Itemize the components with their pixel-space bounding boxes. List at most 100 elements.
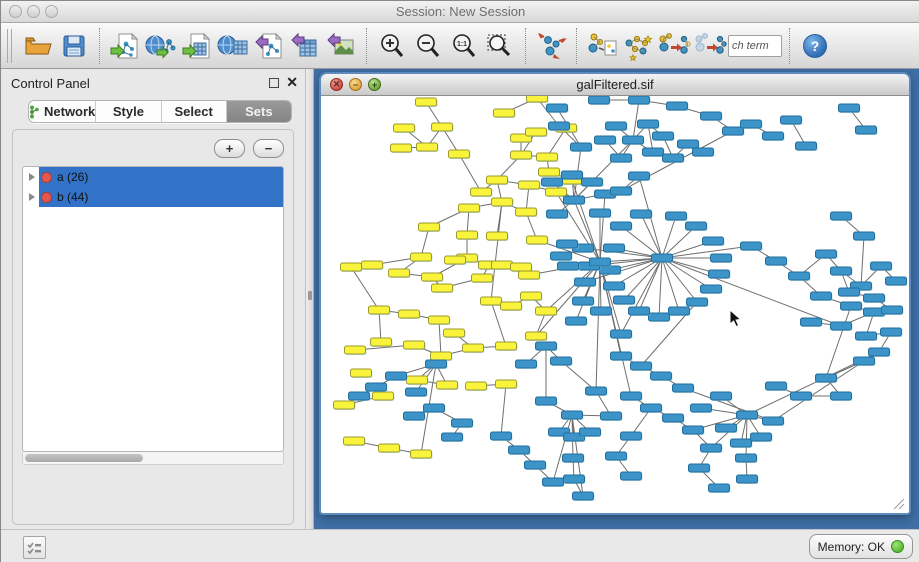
graph-node[interactable] — [419, 223, 440, 231]
tab-sets[interactable]: Sets — [227, 101, 291, 122]
graph-node[interactable] — [629, 96, 650, 104]
graph-node[interactable] — [621, 472, 642, 480]
graph-node[interactable] — [536, 307, 557, 315]
graph-node[interactable] — [663, 154, 684, 162]
graph-node[interactable] — [562, 411, 583, 419]
network-frame[interactable]: ✕ − + galFiltered.sif — [321, 74, 909, 513]
graph-node[interactable] — [527, 236, 548, 244]
graph-node[interactable] — [816, 250, 837, 258]
graph-node[interactable] — [604, 244, 625, 252]
graph-edge[interactable] — [662, 246, 751, 258]
graph-node[interactable] — [442, 433, 463, 441]
graph-node[interactable] — [869, 348, 890, 356]
graph-node[interactable] — [631, 362, 652, 370]
graph-node[interactable] — [539, 168, 560, 176]
graph-node[interactable] — [417, 143, 438, 151]
graph-node[interactable] — [431, 352, 452, 360]
zoom-out-button[interactable] — [410, 27, 446, 65]
graph-node[interactable] — [492, 261, 513, 269]
graph-edge[interactable] — [662, 258, 679, 311]
expander-icon[interactable] — [29, 193, 35, 201]
graph-edge[interactable] — [596, 262, 600, 391]
graph-node[interactable] — [629, 172, 650, 180]
graph-node[interactable] — [854, 232, 875, 240]
graph-node[interactable] — [731, 439, 752, 447]
graph-node[interactable] — [404, 341, 425, 349]
graph-node[interactable] — [429, 316, 450, 324]
graph-node[interactable] — [345, 346, 366, 354]
graph-node[interactable] — [371, 338, 392, 346]
graph-edge[interactable] — [553, 415, 572, 482]
graph-node[interactable] — [549, 122, 570, 130]
graph-edge[interactable] — [459, 154, 481, 192]
graph-edge[interactable] — [639, 258, 662, 311]
graph-node[interactable] — [389, 269, 410, 277]
task-history-button[interactable] — [23, 536, 46, 559]
graph-node[interactable] — [471, 188, 492, 196]
graph-node[interactable] — [663, 414, 684, 422]
graph-node[interactable] — [386, 372, 407, 380]
graph-node[interactable] — [711, 254, 732, 262]
save-session-button[interactable] — [56, 27, 92, 65]
graph-node[interactable] — [525, 461, 546, 469]
graph-node[interactable] — [589, 96, 610, 104]
graph-node[interactable] — [494, 109, 515, 117]
graph-node[interactable] — [501, 302, 522, 310]
graph-node[interactable] — [643, 148, 664, 156]
graph-node[interactable] — [481, 297, 502, 305]
graph-node[interactable] — [571, 143, 592, 151]
graph-node[interactable] — [566, 317, 587, 325]
graph-node[interactable] — [801, 318, 822, 326]
help-button[interactable]: ? — [803, 34, 827, 58]
graph-node[interactable] — [496, 342, 517, 350]
graph-node[interactable] — [369, 306, 390, 314]
expander-icon[interactable] — [29, 173, 35, 181]
graph-node[interactable] — [611, 187, 632, 195]
graph-node[interactable] — [416, 98, 437, 106]
graph-node[interactable] — [621, 392, 642, 400]
graph-node[interactable] — [856, 126, 877, 134]
graph-node[interactable] — [557, 240, 578, 248]
frame-titlebar[interactable]: ✕ − + galFiltered.sif — [321, 74, 909, 96]
graph-node[interactable] — [621, 432, 642, 440]
graph-node[interactable] — [445, 256, 466, 264]
graph-node[interactable] — [563, 454, 584, 462]
graph-node[interactable] — [816, 374, 837, 382]
graph-node[interactable] — [653, 132, 674, 140]
graph-node[interactable] — [629, 307, 650, 315]
graph-node[interactable] — [789, 272, 810, 280]
apply-preferred-layout-button[interactable] — [533, 27, 569, 65]
graph-node[interactable] — [687, 298, 708, 306]
graph-node[interactable] — [509, 446, 530, 454]
export-network-button[interactable] — [251, 27, 287, 65]
zoom-actual-size-button[interactable]: 1:1 — [446, 27, 482, 65]
graph-node[interactable] — [638, 120, 659, 128]
graph-node[interactable] — [611, 222, 632, 230]
graph-node[interactable] — [449, 150, 470, 158]
graph-node[interactable] — [444, 329, 465, 337]
graph-node[interactable] — [723, 127, 744, 135]
graph-node[interactable] — [831, 212, 852, 220]
graph-node[interactable] — [391, 144, 412, 152]
graph-node[interactable] — [492, 198, 513, 206]
graph-node[interactable] — [649, 313, 670, 321]
graph-node[interactable] — [763, 417, 784, 425]
import-table-file-button[interactable] — [179, 27, 215, 65]
panel-splitter[interactable] — [305, 69, 314, 529]
memory-status-button[interactable]: Memory: OK — [809, 534, 913, 559]
graph-node[interactable] — [631, 210, 652, 218]
graph-node[interactable] — [590, 258, 611, 266]
graph-node[interactable] — [831, 322, 852, 330]
graph-node[interactable] — [452, 419, 473, 427]
graph-node[interactable] — [841, 302, 862, 310]
graph-node[interactable] — [487, 232, 508, 240]
graph-node[interactable] — [741, 120, 762, 128]
graph-node[interactable] — [362, 261, 383, 269]
graph-node[interactable] — [791, 392, 812, 400]
float-panel-icon[interactable] — [269, 78, 279, 88]
graph-node[interactable] — [701, 444, 722, 452]
network-graph[interactable] — [321, 96, 907, 512]
graph-node[interactable] — [741, 242, 762, 250]
graph-node[interactable] — [689, 464, 710, 472]
graph-node[interactable] — [882, 306, 903, 314]
